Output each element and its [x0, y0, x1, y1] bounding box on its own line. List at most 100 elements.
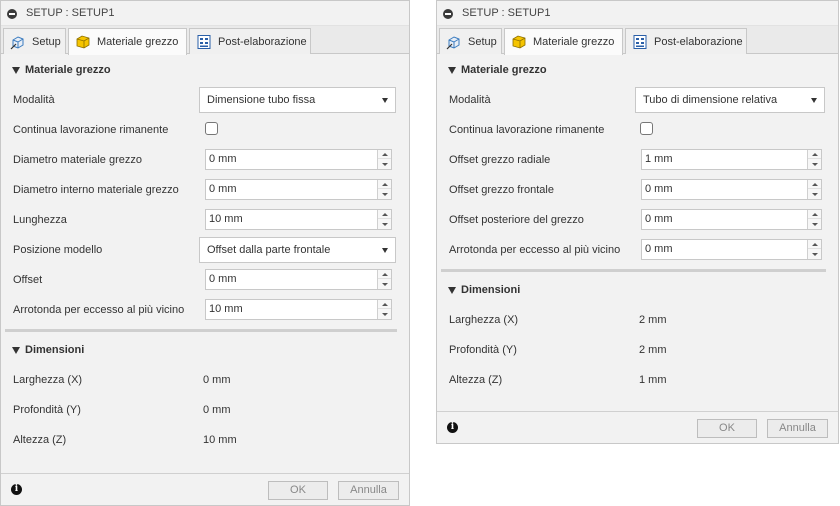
minimize-circle-icon[interactable]	[7, 9, 17, 19]
round-up-label: Arrotonda per eccesso al più vicino	[13, 304, 185, 316]
stepper-up-button[interactable]	[808, 150, 821, 159]
ok-button[interactable]: OK	[697, 419, 757, 438]
stepper-up-button[interactable]	[808, 210, 821, 219]
round-up-label: Arrotonda per eccesso al più vicino	[449, 244, 621, 256]
stepper	[807, 180, 821, 199]
length-label: Lunghezza	[13, 214, 67, 226]
tab-setup[interactable]: Setup	[3, 28, 66, 54]
stepper-down-button[interactable]	[808, 220, 821, 229]
width-label: Larghezza (X)	[449, 314, 519, 326]
section-header-dimensions[interactable]: Dimensioni	[1, 341, 409, 361]
stepper-down-button[interactable]	[378, 220, 391, 229]
collapse-triangle-icon	[448, 67, 456, 74]
stepper-up-button[interactable]	[808, 180, 821, 189]
radial-offset-label: Offset grezzo radiale	[449, 154, 551, 166]
collapse-triangle-icon	[448, 287, 456, 294]
dialog-title: SETUP : SETUP1	[462, 7, 551, 19]
model-position-label: Posizione modello	[13, 244, 103, 256]
setup-dialog-relative-tube: SETUP : SETUP1 Setup Materiale grezzo Po…	[436, 0, 839, 444]
stepper-up-button[interactable]	[378, 270, 391, 279]
height-label: Altezza (Z)	[449, 374, 503, 386]
height-label: Altezza (Z)	[13, 434, 67, 446]
section-divider	[5, 329, 397, 332]
stepper-down-button[interactable]	[378, 280, 391, 289]
cancel-button[interactable]: Annulla	[338, 481, 399, 500]
stepper-up-button[interactable]	[378, 300, 391, 309]
stock-cube-icon	[75, 34, 91, 50]
stepper-up-button[interactable]	[378, 150, 391, 159]
post-process-icon	[196, 34, 212, 50]
depth-label: Profondità (Y)	[13, 404, 81, 416]
stepper-down-button[interactable]	[808, 250, 821, 259]
tab-setup[interactable]: Setup	[439, 28, 502, 54]
front-offset-label: Offset grezzo frontale	[449, 184, 554, 196]
chevron-down-icon	[811, 98, 817, 103]
section-divider	[441, 269, 826, 272]
ok-button[interactable]: OK	[268, 481, 328, 500]
width-value: 2 mm	[639, 314, 667, 326]
collapse-triangle-icon	[12, 67, 20, 74]
length-field[interactable]: 10 mm	[205, 209, 392, 230]
stepper-down-button[interactable]	[378, 310, 391, 319]
setup-icon	[10, 34, 26, 50]
stock-cube-icon	[511, 34, 527, 50]
continue-checkbox[interactable]	[640, 122, 653, 135]
mode-label: Modalità	[13, 94, 55, 106]
info-icon[interactable]: i	[11, 484, 22, 495]
mode-label: Modalità	[449, 94, 491, 106]
stepper-down-button[interactable]	[808, 190, 821, 199]
continue-label: Continua lavorazione rimanente	[13, 124, 169, 136]
section-header-stock[interactable]: Materiale grezzo	[437, 61, 838, 81]
dialog-footer: i OK Annulla	[437, 411, 838, 443]
height-value: 10 mm	[203, 434, 237, 446]
mode-dropdown[interactable]: Dimensione tubo fissa	[199, 87, 396, 113]
back-offset-label: Offset posteriore del grezzo	[449, 214, 584, 226]
stepper	[377, 300, 391, 319]
width-label: Larghezza (X)	[13, 374, 83, 386]
dialog-titlebar: SETUP : SETUP1	[437, 1, 838, 26]
depth-label: Profondità (Y)	[449, 344, 517, 356]
round-up-field[interactable]: 10 mm	[205, 299, 392, 320]
stepper	[377, 270, 391, 289]
cancel-button[interactable]: Annulla	[767, 419, 828, 438]
width-value: 0 mm	[203, 374, 231, 386]
minimize-circle-icon[interactable]	[443, 9, 453, 19]
stepper-down-button[interactable]	[378, 160, 391, 169]
offset-field[interactable]: 0 mm	[205, 269, 392, 290]
section-header-dimensions[interactable]: Dimensioni	[437, 281, 838, 301]
stepper-up-button[interactable]	[378, 180, 391, 189]
stepper	[807, 150, 821, 169]
chevron-down-icon	[382, 248, 388, 253]
tab-materiale-grezzo[interactable]: Materiale grezzo	[68, 28, 187, 55]
stepper-up-button[interactable]	[378, 210, 391, 219]
round-up-field[interactable]: 0 mm	[641, 239, 822, 260]
tab-materiale-grezzo[interactable]: Materiale grezzo	[504, 28, 623, 55]
stepper-down-button[interactable]	[808, 160, 821, 169]
inner-diameter-field[interactable]: 0 mm	[205, 179, 392, 200]
stepper	[807, 210, 821, 229]
chevron-down-icon	[382, 98, 388, 103]
diameter-label: Diametro materiale grezzo	[13, 154, 142, 166]
stepper	[377, 210, 391, 229]
radial-offset-field[interactable]: 1 mm	[641, 149, 822, 170]
inner-diameter-label: Diametro interno materiale grezzo	[13, 184, 179, 196]
continue-checkbox[interactable]	[205, 122, 218, 135]
setup-dialog-fixed-tube: SETUP : SETUP1 Setup Materiale grezzo Po…	[0, 0, 410, 506]
tab-post-elaborazione[interactable]: Post-elaborazione	[189, 28, 311, 54]
mode-dropdown[interactable]: Tubo di dimensione relativa	[635, 87, 825, 113]
model-position-dropdown[interactable]: Offset dalla parte frontale	[199, 237, 396, 263]
section-header-stock[interactable]: Materiale grezzo	[1, 61, 409, 81]
tab-bar: Setup Materiale grezzo Post-elaborazione	[437, 26, 838, 55]
height-value: 1 mm	[639, 374, 667, 386]
stepper-down-button[interactable]	[378, 190, 391, 199]
front-offset-field[interactable]: 0 mm	[641, 179, 822, 200]
post-process-icon	[632, 34, 648, 50]
tab-post-elaborazione[interactable]: Post-elaborazione	[625, 28, 747, 54]
diameter-field[interactable]: 0 mm	[205, 149, 392, 170]
stepper-up-button[interactable]	[808, 240, 821, 249]
dialog-footer: i OK Annulla	[1, 473, 409, 505]
back-offset-field[interactable]: 0 mm	[641, 209, 822, 230]
stepper	[807, 240, 821, 259]
stepper	[377, 180, 391, 199]
info-icon[interactable]: i	[447, 422, 458, 433]
